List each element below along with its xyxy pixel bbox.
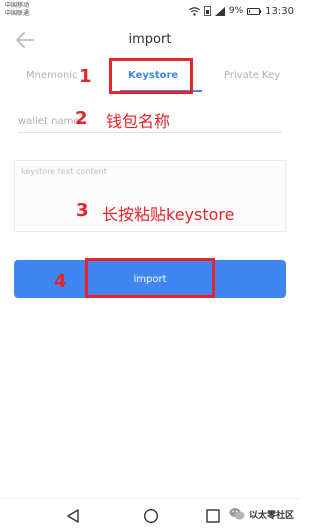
carrier-1: 中国移动 [5,2,30,9]
carrier-info: 中国移动 中国联通 [5,2,29,18]
annotation-text-wallet-name: 钱包名称 [106,112,171,131]
tab-private-key[interactable]: Private Key [224,70,280,81]
navigation-bar: 以太零社区 [0,498,300,532]
tab-keystore[interactable]: Keystore [128,70,178,81]
signal-icon [214,6,225,16]
carrier-2: 中国联通 [5,10,30,17]
annotation-number-4: 4 [54,271,67,292]
status-icons: 9% 13:30 [188,4,294,18]
tab-mnemonic[interactable]: Mnemonic [26,70,78,81]
battery-icon [247,7,261,15]
clock: 13:30 [265,5,294,17]
annotation-number-2: 2 [75,108,88,129]
status-bar: 中国移动 中国联通 9% 13:30 [0,0,300,22]
battery-cap-icon [260,9,262,13]
watermark-text: 以太零社区 [248,510,294,521]
tab-bar: Mnemonic Keystore Private Key [0,62,300,94]
annotation-number-3: 3 [76,200,89,221]
nav-recent-icon[interactable] [206,509,220,523]
page-title: import [128,32,172,47]
nav-back-icon[interactable] [66,508,80,524]
nav-home-icon[interactable] [143,508,159,524]
active-tab-indicator [120,90,202,92]
wechat-icon [229,508,245,520]
annotation-number-1: 1 [79,66,92,87]
annotation-text-keystore: 长按粘贴keystore [102,205,235,224]
battery-percent: 9% [228,6,244,16]
header: import [0,22,300,58]
watermark: 以太零社区 [229,507,294,521]
sim-1-icon [203,6,211,16]
wifi-icon [188,6,200,16]
